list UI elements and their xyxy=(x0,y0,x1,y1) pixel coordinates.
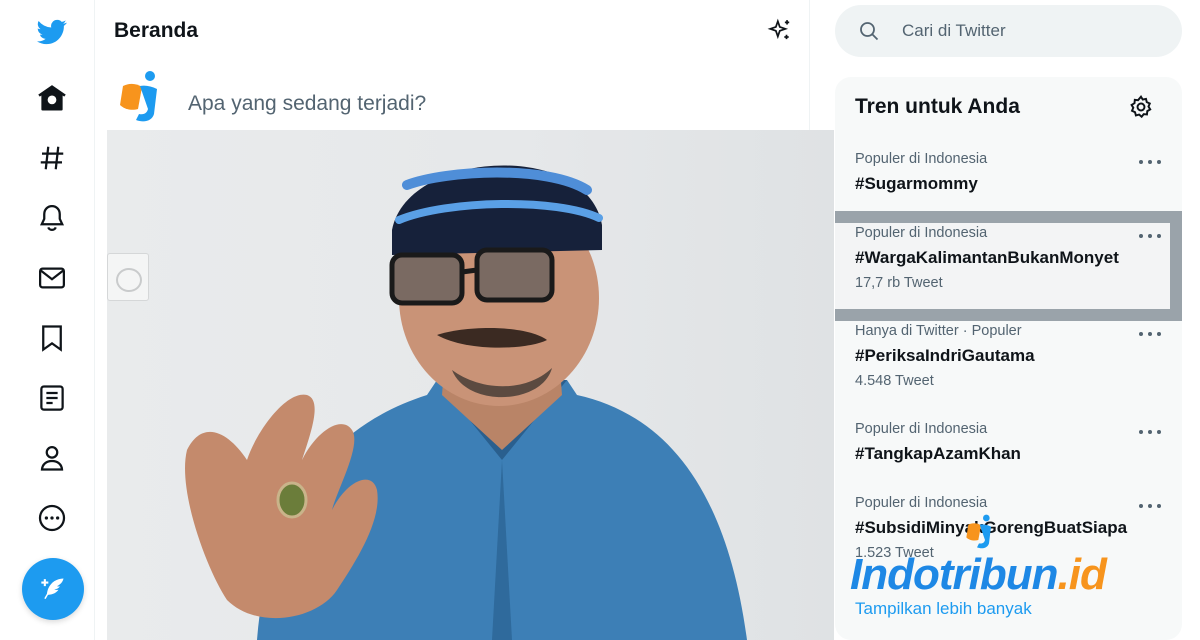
tweet-composer: Apa yang sedang terjadi? xyxy=(95,62,810,132)
twitter-logo[interactable] xyxy=(22,2,82,62)
nav-home[interactable] xyxy=(22,68,82,128)
list-icon xyxy=(40,385,64,411)
trend-item[interactable]: Populer di Indonesia #WargaKalimantanBuk… xyxy=(835,221,1182,311)
trend-hashtag: #PeriksaIndriGautama xyxy=(855,346,1035,365)
search-bar[interactable]: Cari di Twitter xyxy=(835,5,1182,57)
nav-profile[interactable] xyxy=(22,428,82,488)
trend-meta: Populer di Indonesia xyxy=(855,421,988,437)
trend-meta: Populer di Indonesia xyxy=(855,151,988,167)
trend-tweet-count: 17,7 rb Tweet xyxy=(855,275,943,291)
twitter-app: Beranda Apa yang sedang terjadi? Cari di… xyxy=(0,0,1200,640)
trend-more-button[interactable] xyxy=(1139,425,1161,439)
page-title: Beranda xyxy=(114,19,199,42)
nav-lists[interactable] xyxy=(22,368,82,428)
nav-notifications[interactable] xyxy=(22,188,82,248)
hashtag-icon xyxy=(40,146,64,170)
overlay-photo xyxy=(107,130,834,640)
feather-plus-icon xyxy=(41,578,64,600)
watermark-logo: Indotribun.id xyxy=(850,510,1150,610)
trend-meta: Populer di Indonesia xyxy=(855,225,988,241)
watermark-logo-mark xyxy=(966,514,991,549)
trend-item[interactable]: Hanya di Twitter · Populer #PeriksaIndri… xyxy=(835,319,1182,409)
trends-title: Tren untuk Anda xyxy=(855,95,1020,118)
bookmark-icon xyxy=(42,325,62,352)
trend-more-button[interactable] xyxy=(1139,229,1161,243)
trend-more-button[interactable] xyxy=(1139,327,1161,341)
search-input[interactable]: Cari di Twitter xyxy=(902,21,1006,41)
trend-meta: Populer di Indonesia xyxy=(855,495,988,511)
nav-explore[interactable] xyxy=(22,128,82,188)
bell-icon xyxy=(39,204,65,232)
watermark-text: Indotribun.id xyxy=(850,550,1107,600)
more-circle-icon xyxy=(38,504,66,532)
search-icon xyxy=(860,22,879,41)
trend-item[interactable]: Populer di Indonesia #TangkapAzamKhan xyxy=(835,417,1182,477)
profile-icon xyxy=(40,446,64,471)
trend-item[interactable]: Populer di Indonesia #Sugarmommy xyxy=(835,147,1182,207)
trend-hashtag: #WargaKalimantanBukanMonyet xyxy=(855,248,1119,267)
gear-icon[interactable] xyxy=(1128,94,1154,120)
trend-meta: Hanya di Twitter · Populer xyxy=(855,323,1022,339)
watermark-text-main: Indotribun xyxy=(850,550,1058,599)
nav-more[interactable] xyxy=(22,488,82,548)
nav-bookmarks[interactable] xyxy=(22,308,82,368)
mail-icon xyxy=(39,267,65,289)
trend-hashtag: #Sugarmommy xyxy=(855,174,978,193)
home-icon xyxy=(38,85,66,111)
man-photo-illustration xyxy=(185,165,747,640)
trend-more-button[interactable] xyxy=(1139,155,1161,169)
trend-hashtag: #TangkapAzamKhan xyxy=(855,444,1021,463)
compose-tweet-button[interactable] xyxy=(22,558,84,620)
trend-tweet-count: 4.548 Tweet xyxy=(855,373,934,389)
twitter-bird-icon xyxy=(37,19,67,45)
nav-messages[interactable] xyxy=(22,248,82,308)
watermark-text-suffix: .id xyxy=(1057,550,1107,599)
timeline-header: Beranda xyxy=(95,0,810,62)
avatar[interactable] xyxy=(117,70,167,124)
sparkle-icon[interactable] xyxy=(767,18,793,44)
sidebar-nav xyxy=(0,0,95,640)
compose-input[interactable]: Apa yang sedang terjadi? xyxy=(188,92,426,116)
